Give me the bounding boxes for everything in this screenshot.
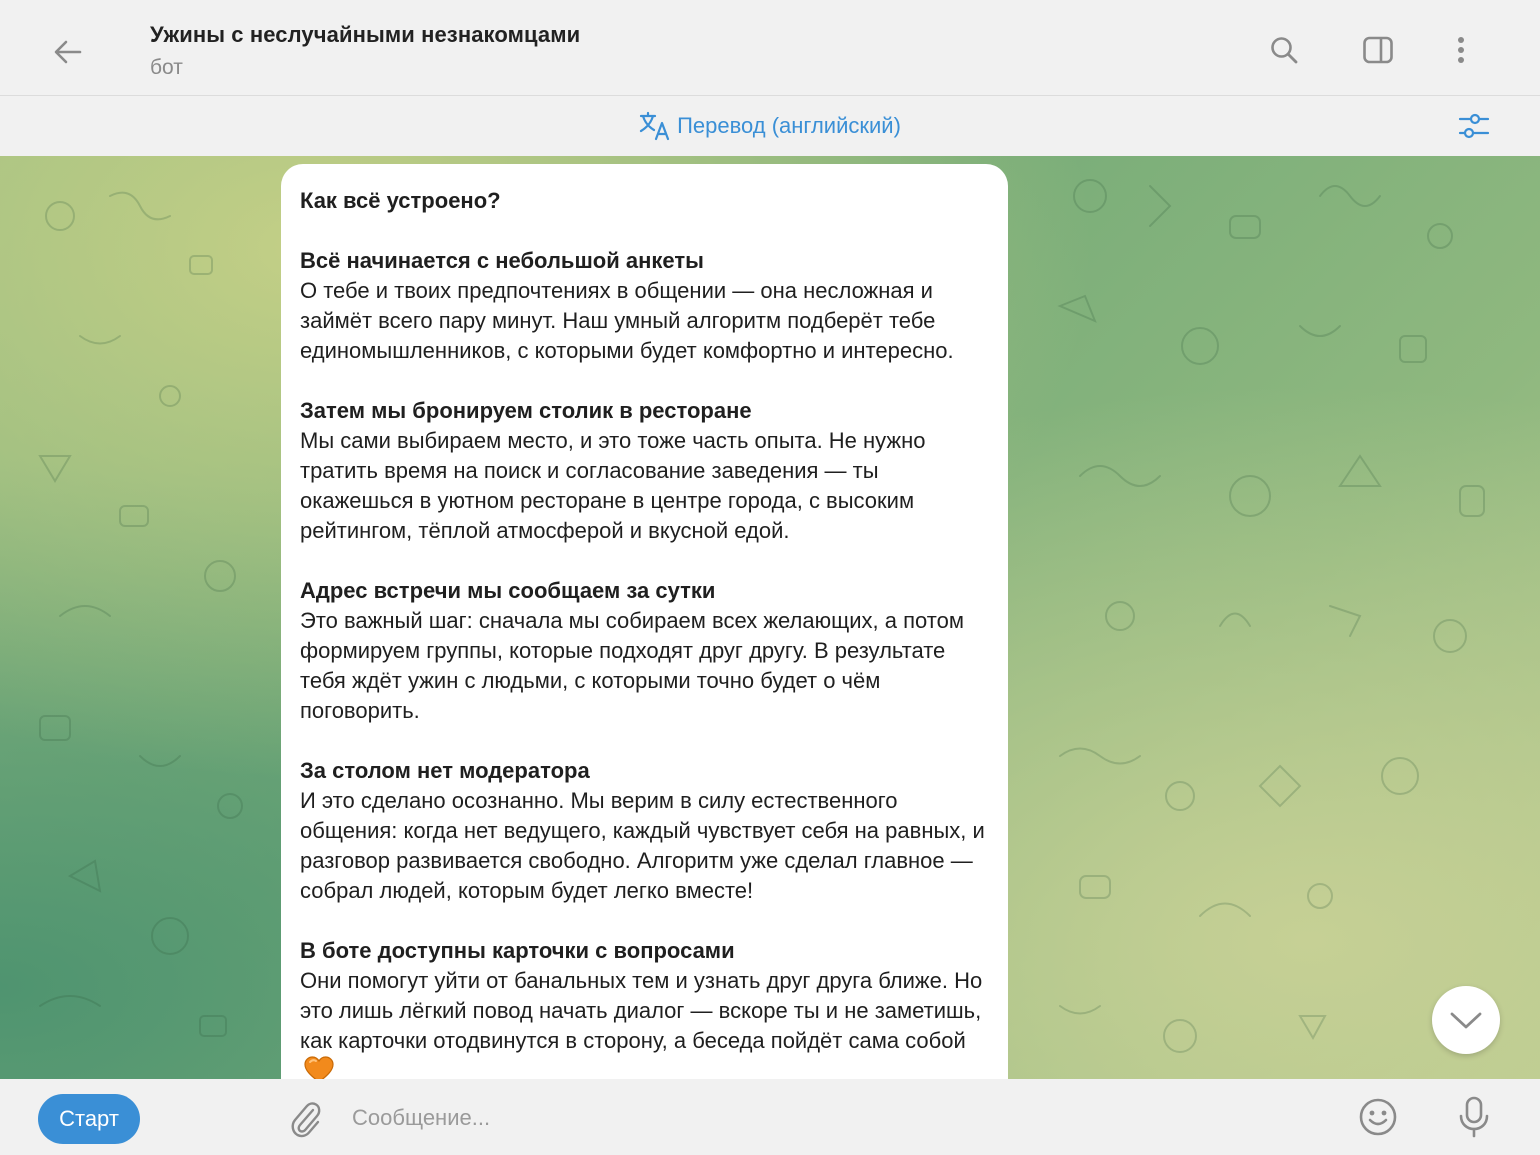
translate-settings-button[interactable] — [1452, 104, 1496, 148]
section-heading: За столом нет модератора — [300, 758, 590, 783]
chat-title: Ужины с неслучайными незнакомцами — [150, 22, 581, 47]
back-arrow-icon — [54, 40, 82, 64]
back-button[interactable] — [44, 28, 92, 76]
message-input[interactable] — [352, 1095, 1312, 1141]
orange-heart-icon — [304, 1056, 334, 1079]
chevron-down-icon — [1450, 1012, 1482, 1029]
translate-bar: Перевод (английский) — [0, 96, 1540, 156]
sidebar-toggle-icon — [1363, 36, 1393, 64]
section-body: Это важный шаг: сначала мы собираем всех… — [300, 608, 964, 723]
section-body-text: Они помогут уйти от банальных тем и узна… — [300, 968, 983, 1053]
section-body: О тебе и твоих предпочтениях в общении —… — [300, 278, 954, 363]
emoji-button[interactable] — [1354, 1093, 1402, 1141]
chat-subtitle: бот — [150, 56, 183, 79]
attach-button[interactable] — [282, 1095, 330, 1143]
microphone-icon — [1459, 1096, 1489, 1138]
translate-icon — [639, 111, 670, 141]
more-menu-button[interactable] — [1437, 26, 1485, 74]
chat-title-block[interactable]: Ужины с неслучайными незнакомцами бот — [150, 22, 580, 80]
sidebar-toggle-button[interactable] — [1354, 26, 1402, 74]
message-composer: Старт — [0, 1079, 1540, 1155]
section-body: И это сделано осознанно. Мы верим в силу… — [300, 788, 985, 903]
section-heading: Затем мы бронируем столик в ресторане — [300, 398, 752, 423]
section-heading: В боте доступны карточки с вопросами — [300, 938, 735, 963]
section-body-last: Они помогут уйти от банальных тем и узна… — [300, 966, 988, 1079]
sliders-icon — [1458, 113, 1490, 139]
scroll-down-button[interactable] — [1432, 986, 1500, 1054]
search-button[interactable] — [1260, 26, 1308, 74]
search-icon — [1271, 37, 1298, 64]
section-heading: Всё начинается с небольшой анкеты — [300, 248, 704, 273]
paperclip-icon — [291, 1102, 321, 1138]
chat-background: Как всё устроено? Всё начинается с небол… — [0, 156, 1540, 1079]
start-button[interactable]: Старт — [38, 1094, 140, 1144]
section-heading: Адрес встречи мы сообщаем за сутки — [300, 578, 716, 603]
message-bubble[interactable]: Как всё устроено? Всё начинается с небол… — [281, 164, 1008, 1079]
voice-message-button[interactable] — [1450, 1093, 1498, 1141]
translate-button[interactable]: Перевод (английский) — [639, 111, 901, 141]
emoji-icon — [1359, 1098, 1397, 1136]
more-vertical-icon — [1458, 37, 1464, 63]
translate-label: Перевод (английский) — [677, 113, 901, 138]
section-body: Мы сами выбираем место, и это тоже часть… — [300, 428, 926, 543]
message-intro: Как всё устроено? — [300, 188, 501, 213]
chat-header: Ужины с неслучайными незнакомцами бот — [0, 0, 1540, 96]
